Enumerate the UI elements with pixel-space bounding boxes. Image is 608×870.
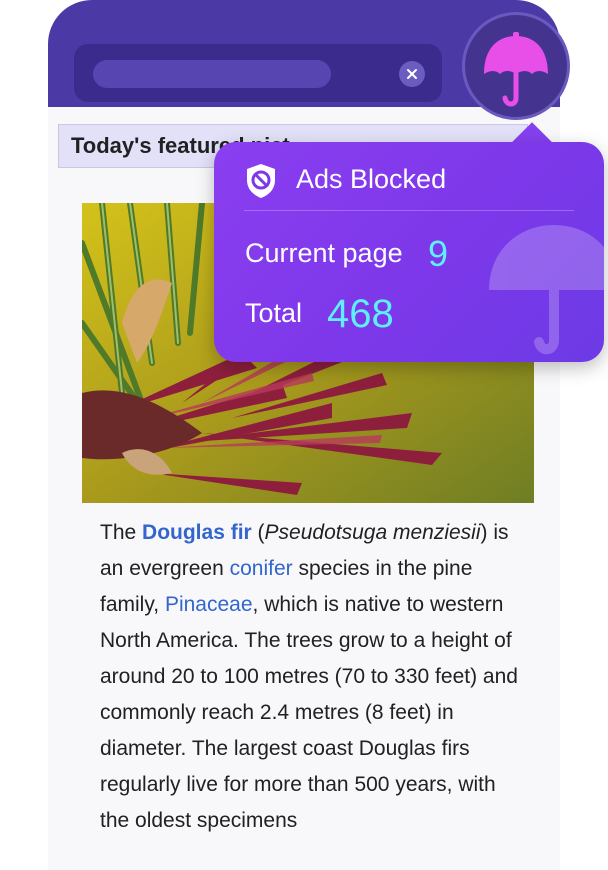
article-text-segment: The (100, 521, 143, 544)
species-name: Pseudotsuga menziesii (264, 521, 481, 544)
total-label: Total (245, 298, 303, 328)
shield-block-icon (247, 164, 275, 198)
total-count: 468 (327, 292, 394, 336)
url-placeholder (93, 60, 331, 88)
address-bar[interactable] (74, 44, 442, 102)
clear-url-button[interactable] (399, 61, 425, 87)
pinaceae-link[interactable]: Pinaceae (165, 593, 253, 616)
douglas-fir-link[interactable]: Douglas fir (142, 521, 252, 544)
umbrella-icon (484, 32, 548, 107)
popup-title: Ads Blocked (296, 164, 447, 194)
conifer-link[interactable]: conifer (230, 557, 293, 580)
ads-blocked-popup: Ads Blocked Current page 9 Total 468 (214, 142, 604, 362)
article-text-segment: ( (251, 521, 265, 544)
divider (244, 210, 574, 211)
article-text: The Douglas fir (Pseudotsuga menziesii) … (100, 515, 530, 839)
umbrella-watermark-icon (489, 225, 604, 355)
current-page-count: 9 (428, 233, 449, 274)
extension-badge-button[interactable] (462, 12, 570, 120)
article-text-segment: , which is native to western North Ameri… (100, 593, 518, 832)
current-page-label: Current page (245, 238, 403, 268)
browser-window: Today's featured pict The Douglas fir (P… (48, 0, 560, 870)
close-icon (407, 69, 417, 79)
